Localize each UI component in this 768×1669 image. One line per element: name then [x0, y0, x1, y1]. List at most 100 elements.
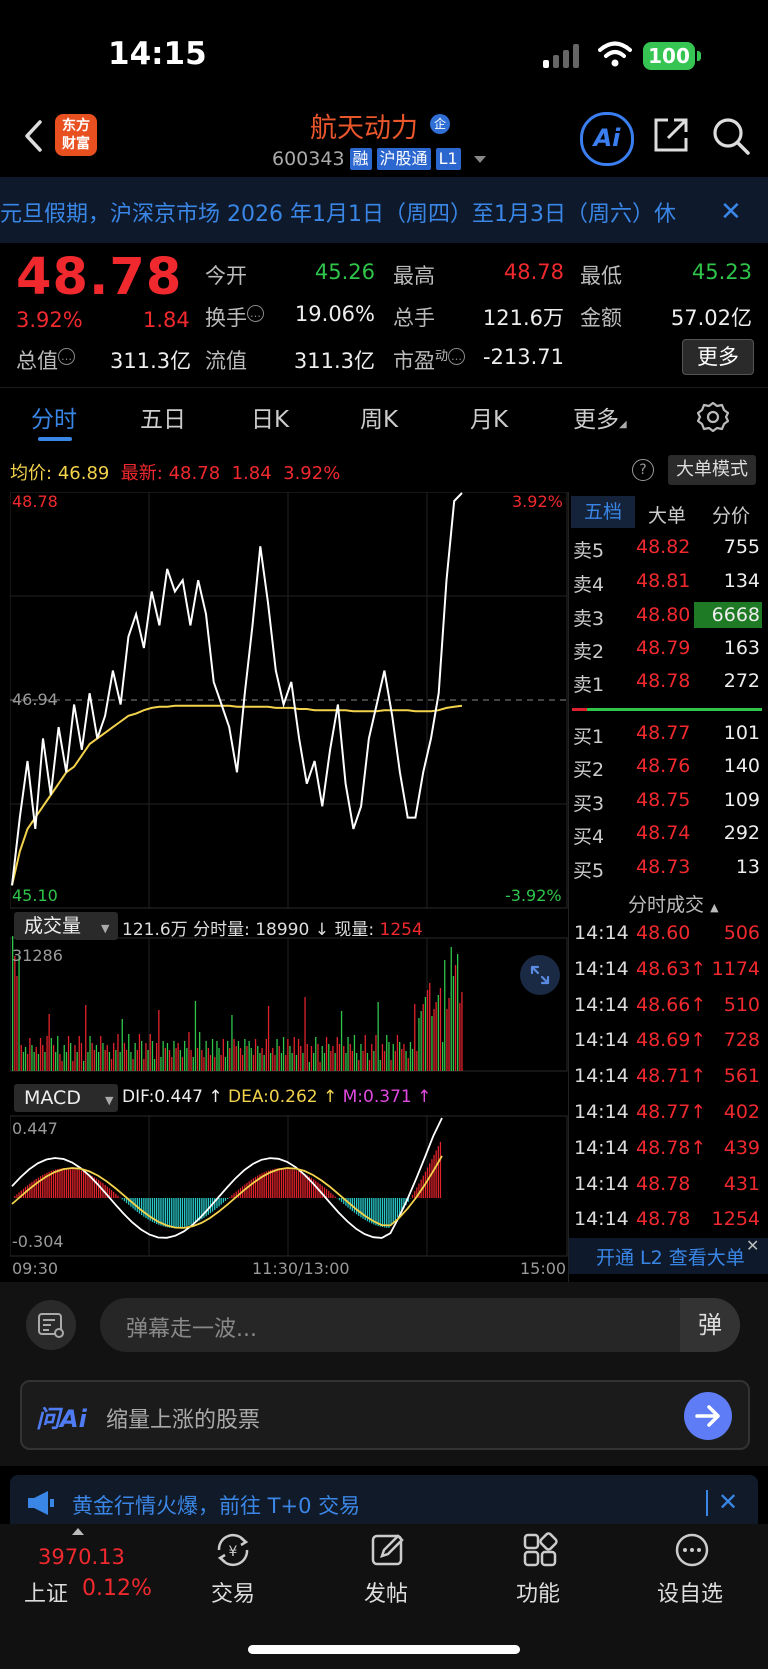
info-icon[interactable]: … — [448, 348, 466, 365]
danmu-placeholder[interactable]: 弹幕走一波... — [126, 1311, 257, 1343]
macd-bar — [435, 1150, 437, 1198]
macd-bar — [330, 1192, 332, 1198]
signal-icon — [543, 44, 579, 68]
chevron-down-icon[interactable] — [473, 155, 486, 163]
volume-bar — [319, 1062, 321, 1071]
nav-functions[interactable]: 功能 — [498, 1576, 578, 1608]
wifi-icon — [598, 41, 632, 67]
ask-price[interactable]: 48.78 — [636, 670, 690, 692]
ask-price[interactable]: 48.82 — [636, 536, 690, 558]
post-icon[interactable] — [368, 1530, 408, 1570]
volume-now-label: 现量: — [334, 920, 375, 940]
orderbook-tab-price[interactable]: 分价 — [712, 501, 750, 528]
macd-bar — [418, 1183, 420, 1198]
volume-bar — [375, 1035, 377, 1071]
big-order-mode-button[interactable]: 大单模式 — [668, 455, 756, 485]
volume-bar — [373, 1051, 375, 1071]
stock-code-row[interactable]: 600343 融 沪股通 L1 — [272, 148, 486, 170]
volume-bar — [405, 1051, 407, 1071]
macd-bar — [160, 1198, 162, 1226]
notice-close-icon[interactable]: ✕ — [720, 197, 742, 227]
trade-time: 14:14 — [574, 1172, 629, 1195]
volume-bar — [349, 1044, 351, 1071]
nav-trade[interactable]: 交易 — [193, 1576, 273, 1608]
volume-select-label: 成交量 — [24, 915, 82, 937]
danmu-settings-icon[interactable] — [26, 1300, 76, 1350]
bid-price[interactable]: 48.73 — [636, 856, 690, 878]
tab-intraday[interactable]: 分时 — [31, 400, 77, 434]
macd-bar — [14, 1196, 16, 1198]
trade-icon[interactable]: ¥ — [213, 1530, 253, 1570]
more-button[interactable]: 更多 — [682, 339, 754, 375]
volume-bar — [347, 1037, 349, 1071]
tab-more[interactable]: 更多◢ — [573, 400, 627, 434]
volume-bar — [48, 1014, 50, 1071]
macd-select-label: MACD — [24, 1087, 81, 1109]
index-name[interactable]: 上证 — [24, 1576, 68, 1608]
promo-text[interactable]: 黄金行情火爆，前往 T+0 交易 — [72, 1490, 360, 1520]
watchlist-icon[interactable] — [672, 1530, 712, 1570]
orderbook-tab-level5[interactable]: 五档 — [571, 496, 635, 528]
logo-text-2: 财富 — [62, 136, 90, 152]
home-indicator — [248, 1645, 520, 1654]
functions-icon[interactable] — [520, 1530, 560, 1570]
bid-price[interactable]: 48.76 — [636, 755, 690, 777]
volume-indicator-select[interactable]: 成交量 ▼ — [14, 912, 118, 940]
gear-icon[interactable] — [697, 401, 729, 433]
bid-price[interactable]: 48.75 — [636, 789, 690, 811]
trade-price: 48.78 — [636, 1172, 691, 1195]
stock-name[interactable]: 航天动力 — [310, 106, 418, 145]
volume-bar — [420, 1011, 422, 1071]
ask-price[interactable]: 48.79 — [636, 637, 690, 659]
nav-watchlist[interactable]: 设自选 — [650, 1576, 730, 1608]
volume-bar — [250, 1048, 252, 1071]
macd-bar — [291, 1169, 293, 1198]
nav-post[interactable]: 发帖 — [346, 1576, 426, 1608]
macd-indicator-select[interactable]: MACD ▼ — [14, 1084, 118, 1112]
expand-icon[interactable] — [520, 955, 560, 995]
turnover-value: 19.06% — [294, 302, 375, 326]
macd-bar — [377, 1198, 379, 1226]
trades-title[interactable]: 分时成交 ▲ — [628, 890, 719, 917]
l2-close-icon[interactable]: ✕ — [746, 1236, 759, 1255]
send-arrow-icon[interactable] — [684, 1392, 732, 1440]
back-arrow-icon[interactable] — [22, 118, 46, 154]
volume-info: 121.6万 分时量: 18990 ↓ 现量: 1254 — [122, 915, 423, 940]
bid-price[interactable]: 48.77 — [636, 722, 690, 744]
ask-price[interactable]: 48.81 — [636, 570, 690, 592]
promo-close-icon[interactable]: ✕ — [718, 1488, 738, 1516]
l2-banner-text[interactable]: 开通 L2 查看大单 — [596, 1243, 745, 1270]
tab-five-day[interactable]: 五日 — [140, 400, 186, 434]
search-icon[interactable] — [711, 116, 751, 156]
tag-margin: 融 — [349, 148, 372, 170]
volume-bar — [199, 1032, 201, 1071]
volume-bar — [214, 1057, 216, 1071]
volume-now: 1254 — [379, 920, 423, 940]
volume-bar — [291, 1053, 293, 1071]
volume-bar — [383, 1051, 386, 1071]
macd-bar — [293, 1169, 295, 1198]
info-icon[interactable]: … — [58, 348, 75, 365]
help-icon[interactable]: ? — [632, 459, 654, 481]
ask-price[interactable]: 48.80 — [636, 604, 690, 626]
index-value[interactable]: 3970.13 — [38, 1545, 125, 1569]
ask-ai-text[interactable]: 缩量上涨的股票 — [106, 1402, 260, 1434]
index-percent[interactable]: 0.12% — [82, 1576, 152, 1601]
share-icon[interactable] — [652, 116, 690, 154]
macd-bar — [52, 1170, 55, 1198]
orderbook-tab-big-order[interactable]: 大单 — [648, 501, 686, 528]
trade-price: 48.63↑ — [636, 957, 707, 980]
volume-bar — [364, 1035, 366, 1071]
macd-bar — [70, 1168, 72, 1198]
ai-button[interactable]: Ai — [580, 112, 634, 166]
macd-bar — [143, 1198, 145, 1217]
volume-bar — [323, 1053, 326, 1071]
tab-daily-k[interactable]: 日K — [251, 400, 289, 434]
intraday-chart[interactable] — [10, 492, 568, 1282]
tab-monthly-k[interactable]: 月K — [470, 400, 508, 434]
tab-weekly-k[interactable]: 周K — [360, 400, 398, 434]
bid-price[interactable]: 48.74 — [636, 822, 690, 844]
info-icon[interactable]: … — [247, 305, 264, 322]
tab-more-label: 更多 — [573, 407, 619, 433]
danmu-toggle-button[interactable]: 弹 — [680, 1298, 740, 1352]
